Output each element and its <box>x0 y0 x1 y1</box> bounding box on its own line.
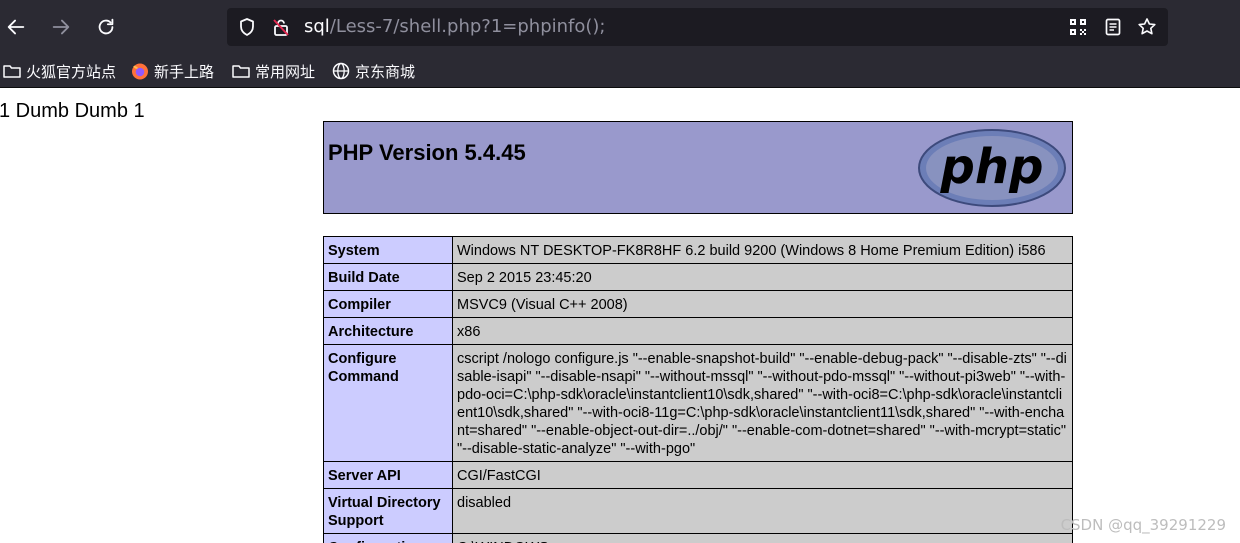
url-host: sql <box>304 16 330 37</box>
php-version-title: PHP Version 5.4.45 <box>328 140 526 165</box>
bookmark-star-icon[interactable] <box>1137 17 1157 37</box>
table-row: Build Date Sep 2 2015 23:45:20 <box>323 263 1073 291</box>
phpinfo-table: System Windows NT DESKTOP-FK8R8HF 6.2 bu… <box>323 236 1073 543</box>
firefox-icon <box>132 63 148 80</box>
reload-icon <box>98 18 114 35</box>
bookmark-label: 常用网址 <box>255 62 316 81</box>
row-value: MSVC9 (Visual C++ 2008) <box>452 290 1073 318</box>
bookmark-label: 火狐官方站点 <box>26 62 117 81</box>
row-key: Configuration <box>323 533 453 543</box>
php-logo-text: php <box>940 139 1044 195</box>
row-key: Build Date <box>323 263 453 291</box>
bookmark-item[interactable]: 火狐官方站点 <box>2 60 116 82</box>
qr-code-icon[interactable] <box>1068 17 1088 37</box>
forward-button[interactable] <box>47 13 75 41</box>
bookmark-item[interactable]: 新手上路 <box>130 60 214 82</box>
insecure-lock-icon[interactable] <box>271 17 291 37</box>
folder-icon <box>3 65 21 78</box>
reload-button[interactable] <box>92 13 120 41</box>
row-key: Architecture <box>323 317 453 345</box>
row-value: x86 <box>452 317 1073 345</box>
address-bar[interactable]: sql/Less-7/shell.php?1=phpinfo(); <box>227 8 1168 46</box>
table-row: Architecture x86 <box>323 317 1073 345</box>
table-row: Server API CGI/FastCGI <box>323 461 1073 489</box>
bookmark-label: 新手上路 <box>154 62 215 81</box>
phpinfo-header: PHP Version 5.4.45 php <box>323 121 1073 214</box>
folder-icon <box>232 65 250 78</box>
bookmark-label: 京东商城 <box>355 62 416 81</box>
forward-arrow-icon <box>52 19 70 35</box>
back-button[interactable] <box>2 13 30 41</box>
row-value: C:\WINDOWS <box>452 533 1073 543</box>
row-key: System <box>323 236 453 264</box>
browser-toolbar: sql/Less-7/shell.php?1=phpinfo(); <box>0 0 1240 54</box>
back-arrow-icon <box>7 19 25 35</box>
row-key: Compiler <box>323 290 453 318</box>
shield-icon[interactable] <box>237 17 257 37</box>
row-value: Windows NT DESKTOP-FK8R8HF 6.2 build 920… <box>452 236 1073 264</box>
bookmarks-bar: 火狐官方站点 新手上路 常用网址 京东商城 <box>0 54 1240 88</box>
table-row: Configure Command cscript /nologo config… <box>323 344 1073 462</box>
row-value: CGI/FastCGI <box>452 461 1073 489</box>
url-text[interactable]: sql/Less-7/shell.php?1=phpinfo(); <box>304 17 606 37</box>
bookmark-item[interactable]: 常用网址 <box>231 60 315 82</box>
bookmark-item[interactable]: 京东商城 <box>331 60 415 82</box>
query-output-text: 1 Dumb Dumb 1 <box>0 100 145 122</box>
page-content: 1 Dumb Dumb 1 PHP Version 5.4.45 php Sys… <box>0 89 1240 543</box>
table-row: Configuration C:\WINDOWS <box>323 533 1073 543</box>
url-path: /Less-7/shell.php?1=phpinfo(); <box>329 16 606 37</box>
table-row: System Windows NT DESKTOP-FK8R8HF 6.2 bu… <box>323 236 1073 264</box>
row-value: Sep 2 2015 23:45:20 <box>452 263 1073 291</box>
table-row: Compiler MSVC9 (Visual C++ 2008) <box>323 290 1073 318</box>
row-value: cscript /nologo configure.js "--enable-s… <box>452 344 1073 462</box>
row-key: Virtual Directory Support <box>323 488 453 534</box>
table-row: Virtual Directory Support disabled <box>323 488 1073 534</box>
watermark-text: CSDN @qq_39291229 <box>1060 516 1226 534</box>
row-key: Configure Command <box>323 344 453 462</box>
reader-view-icon[interactable] <box>1103 17 1123 37</box>
row-value: disabled <box>452 488 1073 534</box>
php-logo-icon[interactable]: php <box>917 128 1067 208</box>
globe-icon <box>332 62 350 80</box>
row-key: Server API <box>323 461 453 489</box>
